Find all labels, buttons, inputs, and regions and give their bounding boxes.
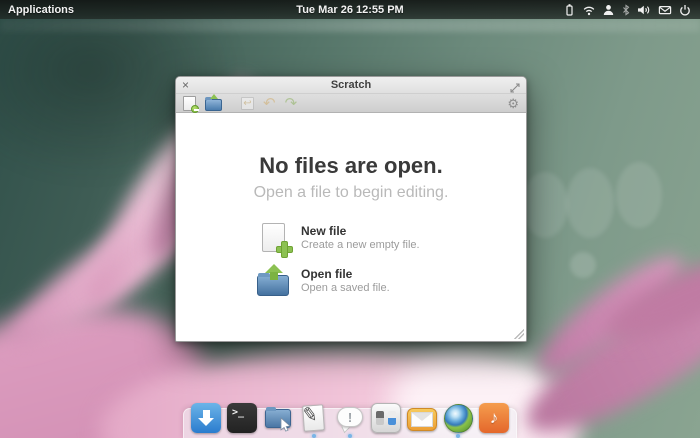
midori-browser-icon xyxy=(444,404,473,433)
volume-icon[interactable] xyxy=(637,3,652,17)
option-title: Open file xyxy=(301,267,390,281)
open-file-option[interactable]: Open file Open a saved file. xyxy=(256,263,446,297)
battery-icon[interactable] xyxy=(563,3,576,17)
new-file-option[interactable]: New file Create a new empty file. xyxy=(256,220,446,254)
bluetooth-icon[interactable] xyxy=(621,3,631,17)
welcome-heading: No files are open. xyxy=(176,113,526,179)
titlebar[interactable]: × Scratch xyxy=(176,77,526,94)
desktop: Applications Tue Mar 26 12:55 PM × Scrat… xyxy=(0,0,700,438)
software-installer-icon xyxy=(191,403,221,433)
feedback-bubble-icon: ! xyxy=(335,403,365,433)
user-accounts-icon[interactable] xyxy=(602,3,615,17)
dock-item-mail[interactable] xyxy=(407,403,437,433)
dock-item-system-settings[interactable] xyxy=(371,403,401,433)
power-icon[interactable] xyxy=(678,3,692,17)
welcome-options: New file Create a new empty file. Open f… xyxy=(256,220,446,297)
dock: >_ ✎ ! ♪ xyxy=(183,403,517,438)
welcome-view: No files are open. Open a file to begin … xyxy=(176,113,526,341)
redo-icon: ↷ xyxy=(285,96,298,111)
indicator-area xyxy=(563,0,696,19)
resize-grip[interactable] xyxy=(514,329,524,339)
option-title: New file xyxy=(301,224,420,238)
scratch-window: × Scratch ↩ ↶ ↷ ⚙ No files are open. Ope… xyxy=(175,76,527,342)
redo-button[interactable]: ↷ xyxy=(285,95,298,112)
welcome-subheading: Open a file to begin editing. xyxy=(176,184,526,202)
dock-item-software-installer[interactable] xyxy=(191,403,221,433)
wallpaper-bokeh xyxy=(616,162,662,228)
files-icon xyxy=(263,403,293,433)
open-folder-icon xyxy=(256,263,290,297)
new-file-icon xyxy=(256,220,290,254)
undo-button[interactable]: ↶ xyxy=(263,95,276,112)
window-title: Scratch xyxy=(331,79,371,91)
wallpaper-bokeh xyxy=(566,168,614,238)
dock-item-terminal[interactable]: >_ xyxy=(227,403,257,433)
toolbar: ↩ ↶ ↷ ⚙ xyxy=(176,94,526,113)
dock-item-midori[interactable] xyxy=(443,403,473,433)
wallpaper-highlight-band xyxy=(0,19,700,32)
system-settings-icon xyxy=(371,403,401,433)
dock-item-feedback[interactable]: ! xyxy=(335,403,365,433)
maximize-button[interactable] xyxy=(510,80,520,98)
option-description: Create a new empty file. xyxy=(301,239,420,251)
mail-indicator-icon[interactable] xyxy=(658,3,672,17)
undo-icon: ↶ xyxy=(263,96,276,111)
option-description: Open a saved file. xyxy=(301,282,390,294)
open-file-button[interactable] xyxy=(205,95,222,112)
scratch-editor-icon: ✎ xyxy=(299,403,329,433)
revert-button[interactable]: ↩ xyxy=(241,95,254,112)
open-file-icon xyxy=(205,99,222,111)
dock-item-files[interactable] xyxy=(263,403,293,433)
music-icon: ♪ xyxy=(479,403,509,433)
mail-icon xyxy=(407,408,437,431)
close-button[interactable]: × xyxy=(182,78,189,93)
terminal-icon: >_ xyxy=(227,403,257,433)
top-panel: Applications Tue Mar 26 12:55 PM xyxy=(0,0,700,19)
wallpaper-bokeh xyxy=(522,172,568,238)
wallpaper-bokeh xyxy=(570,252,596,278)
dock-item-music[interactable]: ♪ xyxy=(479,403,509,433)
new-file-icon xyxy=(183,96,196,111)
revert-icon: ↩ xyxy=(241,97,254,110)
dock-item-scratch[interactable]: ✎ xyxy=(299,403,329,433)
wifi-icon[interactable] xyxy=(582,3,596,17)
new-file-button[interactable] xyxy=(183,95,196,112)
